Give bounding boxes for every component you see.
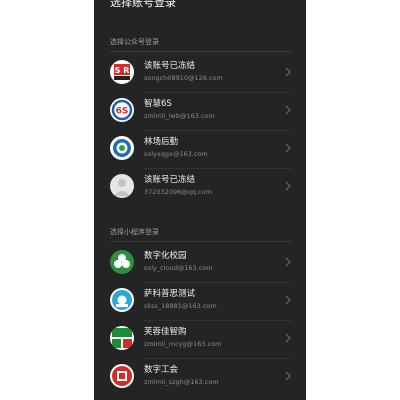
section-label-official-accounts: 选择公众号登录 — [110, 38, 159, 46]
account-row[interactable]: 萨科普思测试 skss_18881@163.com — [94, 283, 306, 321]
account-email: zmlmli_lwb@163.com — [144, 112, 215, 120]
account-row[interactable]: 数字化校园 sxly_cloud@163.com — [94, 245, 306, 283]
account-row[interactable]: 林场后勤 sxlyxqgx@163.com — [94, 131, 306, 169]
account-name: 该账号已冻结 — [144, 61, 196, 71]
account-name: 智慧6S — [144, 99, 172, 109]
account-row[interactable]: 6S 智慧6S zmlmli_lwb@163.com — [94, 93, 306, 131]
account-email: sxlyxqgx@163.com — [144, 150, 208, 158]
chevron-right-icon — [285, 143, 291, 153]
blue-circle-logo-icon — [110, 288, 134, 312]
chevron-right-icon — [285, 333, 291, 343]
account-email: songch08910@126.com — [144, 74, 223, 82]
chevron-right-icon — [285, 371, 291, 381]
account-name: 林场后勤 — [144, 137, 179, 147]
account-name: 数字化校园 — [144, 251, 187, 261]
account-name: 芙蓉佳智购 — [144, 327, 187, 337]
section-label-mini-programs: 选择小程序登录 — [110, 228, 159, 236]
account-selection-panel: 选择账号登录 选择公众号登录 S R 该账号已冻结 songch08910@12… — [94, 0, 306, 400]
page-title: 选择账号登录 — [110, 0, 176, 9]
chevron-right-icon — [285, 181, 291, 191]
campus-logo-icon — [110, 250, 134, 274]
section-divider — [110, 241, 292, 242]
section-divider — [110, 51, 292, 52]
shop-logo-icon — [110, 326, 134, 350]
chevron-right-icon — [285, 295, 291, 305]
account-email: sxly_cloud@163.com — [144, 264, 213, 272]
account-name: 该账号已冻结 — [144, 175, 196, 185]
account-row[interactable]: 该账号已冻结 372032096@qq.com — [94, 169, 306, 207]
account-row[interactable]: 数字工会 zmlmli_szgh@163.com — [94, 359, 306, 397]
account-row[interactable]: S R 该账号已冻结 songch08910@126.com — [94, 55, 306, 93]
sr-logo-icon: S R — [110, 60, 134, 84]
account-name: 萨科普思测试 — [144, 289, 196, 299]
union-logo-icon — [110, 364, 134, 388]
chevron-right-icon — [285, 257, 291, 267]
6s-logo-icon: 6S — [110, 98, 134, 122]
chevron-right-icon — [285, 67, 291, 77]
account-email: zmlmli_mcyg@163.com — [144, 340, 222, 348]
chevron-right-icon — [285, 105, 291, 115]
account-email: 372032096@qq.com — [144, 188, 212, 196]
account-name: 数字工会 — [144, 365, 179, 375]
account-email: zmlmli_szgh@163.com — [144, 378, 219, 386]
svg-text:6S: 6S — [116, 107, 129, 117]
account-row[interactable]: 芙蓉佳智购 zmlmli_mcyg@163.com — [94, 321, 306, 359]
svg-text:S R: S R — [115, 66, 130, 75]
default-user-icon — [110, 174, 134, 198]
emblem-logo-icon — [110, 136, 134, 160]
account-email: skss_18881@163.com — [144, 302, 217, 310]
